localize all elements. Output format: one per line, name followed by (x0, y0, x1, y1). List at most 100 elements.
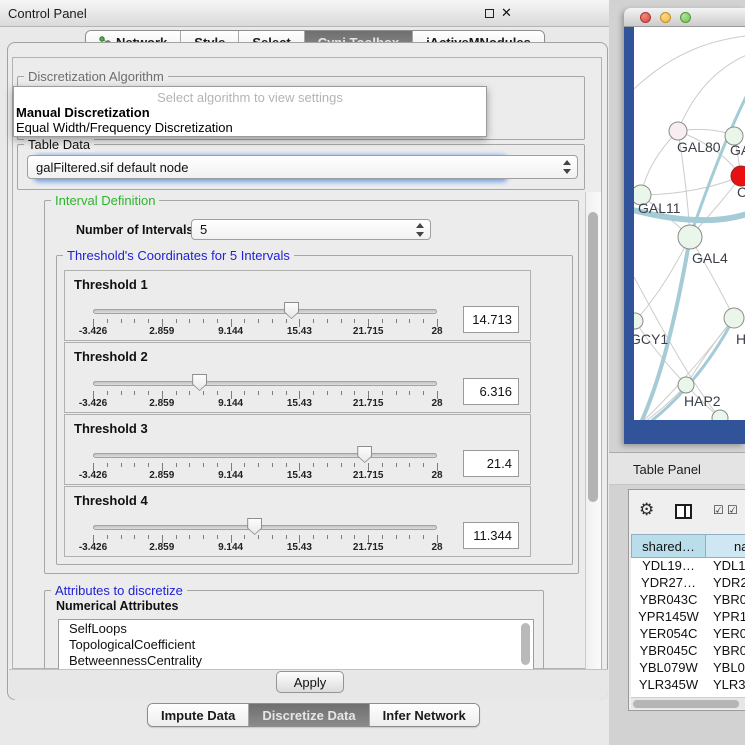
slider-tick-label: 15.43 (287, 398, 312, 409)
slider-track[interactable] (93, 525, 437, 530)
list-item[interactable]: SelfLoops (59, 620, 533, 636)
close-icon[interactable]: ✕ (501, 5, 512, 21)
threshold-value-field[interactable]: 14.713 (463, 306, 519, 333)
network-node[interactable] (678, 225, 702, 249)
network-edge[interactable] (641, 131, 678, 195)
num-intervals-combobox[interactable]: 5 (191, 219, 431, 240)
cell-name[interactable]: YER054C (706, 626, 745, 643)
threshold-value-field[interactable]: 21.4 (463, 450, 519, 477)
table-data-value: galFiltered.sif default node (36, 160, 188, 175)
scrollbar-thumb[interactable] (633, 700, 739, 708)
horizontal-scrollbar[interactable] (631, 697, 745, 709)
slider-tick (423, 391, 424, 395)
dropdown-hint: Select algorithm to view settings (14, 90, 486, 105)
tab-infer-network[interactable]: Infer Network (370, 704, 479, 726)
dropdown-item-equal-width-frequency[interactable]: Equal Width/Frequency Discretization (16, 120, 233, 135)
slider-thumb[interactable] (284, 302, 299, 319)
table-row[interactable]: YLR345WYLR345W (631, 677, 745, 694)
cell-name[interactable]: YBL079W (706, 660, 745, 677)
gear-icon[interactable]: ⚙ (639, 500, 654, 520)
network-edge[interactable] (641, 176, 741, 195)
table-row[interactable]: YBL079WYBL079W (631, 660, 745, 677)
column-header-shared-name[interactable]: shared… (631, 534, 706, 558)
slider-tick (327, 319, 328, 323)
cell-name[interactable]: YBR043C (706, 592, 745, 609)
scrollbar-thumb[interactable] (588, 212, 598, 502)
slider-tick-label: 2.859 (149, 542, 174, 553)
table-row[interactable]: YER054CYER054C (631, 626, 745, 643)
cell-shared-name[interactable]: YDL19… (631, 558, 706, 575)
slider-track[interactable] (93, 381, 437, 386)
cell-shared-name[interactable]: YBL079W (631, 660, 706, 677)
split-columns-icon[interactable] (675, 504, 692, 519)
slider-tick (244, 463, 245, 467)
network-node[interactable] (678, 377, 694, 393)
table-data-combobox[interactable]: galFiltered.sif default node (27, 155, 578, 179)
zoom-traffic-light-icon[interactable] (680, 12, 691, 23)
cell-shared-name[interactable]: YBR043C (631, 592, 706, 609)
discretize-content: Discretization Algorithm Table Data galF… (12, 57, 602, 669)
list-scrollbar-thumb[interactable] (521, 623, 530, 665)
network-canvas[interactable]: GAL80GACGAL11GAL4GCY1HHAP2 (634, 27, 745, 420)
slider-track[interactable] (93, 309, 437, 314)
table-row[interactable]: YPR145WYPR145W (631, 609, 745, 626)
attributes-list[interactable]: SelfLoops TopologicalCoefficient Between… (58, 619, 534, 670)
slider-tick (354, 319, 355, 323)
tab-impute-data[interactable]: Impute Data (148, 704, 249, 726)
cell-name[interactable]: YDR27 (706, 575, 745, 592)
cell-shared-name[interactable]: YBR045C (631, 643, 706, 660)
threshold-panel: Threshold 1 14.713 -3.4262.8599.14415.43… (64, 270, 531, 341)
cell-shared-name[interactable]: YER054C (631, 626, 706, 643)
slider-thumb[interactable] (247, 518, 262, 535)
tab-discretize-data[interactable]: Discretize Data (249, 704, 369, 726)
threshold-value-field[interactable]: 11.344 (463, 522, 519, 549)
network-edge[interactable] (634, 35, 745, 89)
slider-tick (107, 319, 108, 323)
slider-tick-label: 15.43 (287, 470, 312, 481)
slider-tick-label: 2.859 (149, 470, 174, 481)
vertical-scrollbar[interactable] (585, 192, 601, 670)
cell-shared-name[interactable]: YLR345W (631, 677, 706, 694)
cell-name[interactable]: YDL19 (706, 558, 745, 575)
table-row[interactable]: YBR045CYBR045C (631, 643, 745, 660)
network-node[interactable] (634, 313, 643, 329)
table-row[interactable]: YDR27…YDR27 (631, 575, 745, 592)
cell-name[interactable]: YLR345W (706, 677, 745, 694)
slider-tick (107, 391, 108, 395)
cell-shared-name[interactable]: YDR27… (631, 575, 706, 592)
network-node-label: GAL4 (692, 250, 728, 266)
slider-tick (203, 463, 204, 467)
list-item[interactable]: TopologicalCoefficient (59, 636, 533, 652)
slider-tick-label: 28 (431, 398, 442, 409)
cell-name[interactable]: YPR145W (706, 609, 745, 626)
slider-tick (396, 535, 397, 539)
network-node[interactable] (731, 166, 745, 186)
checkbox-icon[interactable]: ☑ (713, 503, 724, 517)
threshold-value-field[interactable]: 6.316 (463, 378, 519, 405)
slider-tick (409, 319, 410, 323)
float-window-icon[interactable] (485, 9, 494, 18)
cell-name[interactable]: YBR045C (706, 643, 745, 660)
cell-shared-name[interactable]: YPR145W (631, 609, 706, 626)
threshold-label: Threshold 1 (74, 277, 148, 292)
close-traffic-light-icon[interactable] (640, 12, 651, 23)
table-row[interactable]: YDL19…YDL19 (631, 558, 745, 575)
threshold-panel: Threshold 3 21.4 -3.4262.8599.14415.4321… (64, 414, 531, 485)
slider-tick (148, 535, 149, 539)
column-header-name[interactable]: name (706, 534, 745, 558)
slider-tick (107, 535, 108, 539)
apply-button[interactable]: Apply (276, 671, 344, 693)
slider-tick (382, 391, 383, 395)
dropdown-item-manual-discretization[interactable]: Manual Discretization (16, 105, 150, 120)
list-item[interactable]: BetweennessCentrality (59, 652, 533, 668)
minimize-traffic-light-icon[interactable] (660, 12, 671, 23)
table-panel: ⚙ ☑ ☑ shared… name YDL19…YDL19YDR27…YDR2… (628, 489, 745, 711)
network-node[interactable] (669, 122, 687, 140)
checkbox-icon[interactable]: ☑ (727, 503, 738, 517)
table-row[interactable]: YBR043CYBR043C (631, 592, 745, 609)
slider-thumb[interactable] (192, 374, 207, 391)
slider-thumb[interactable] (357, 446, 372, 463)
network-node[interactable] (724, 308, 744, 328)
slider-tick (203, 391, 204, 395)
slider-track[interactable] (93, 453, 437, 458)
